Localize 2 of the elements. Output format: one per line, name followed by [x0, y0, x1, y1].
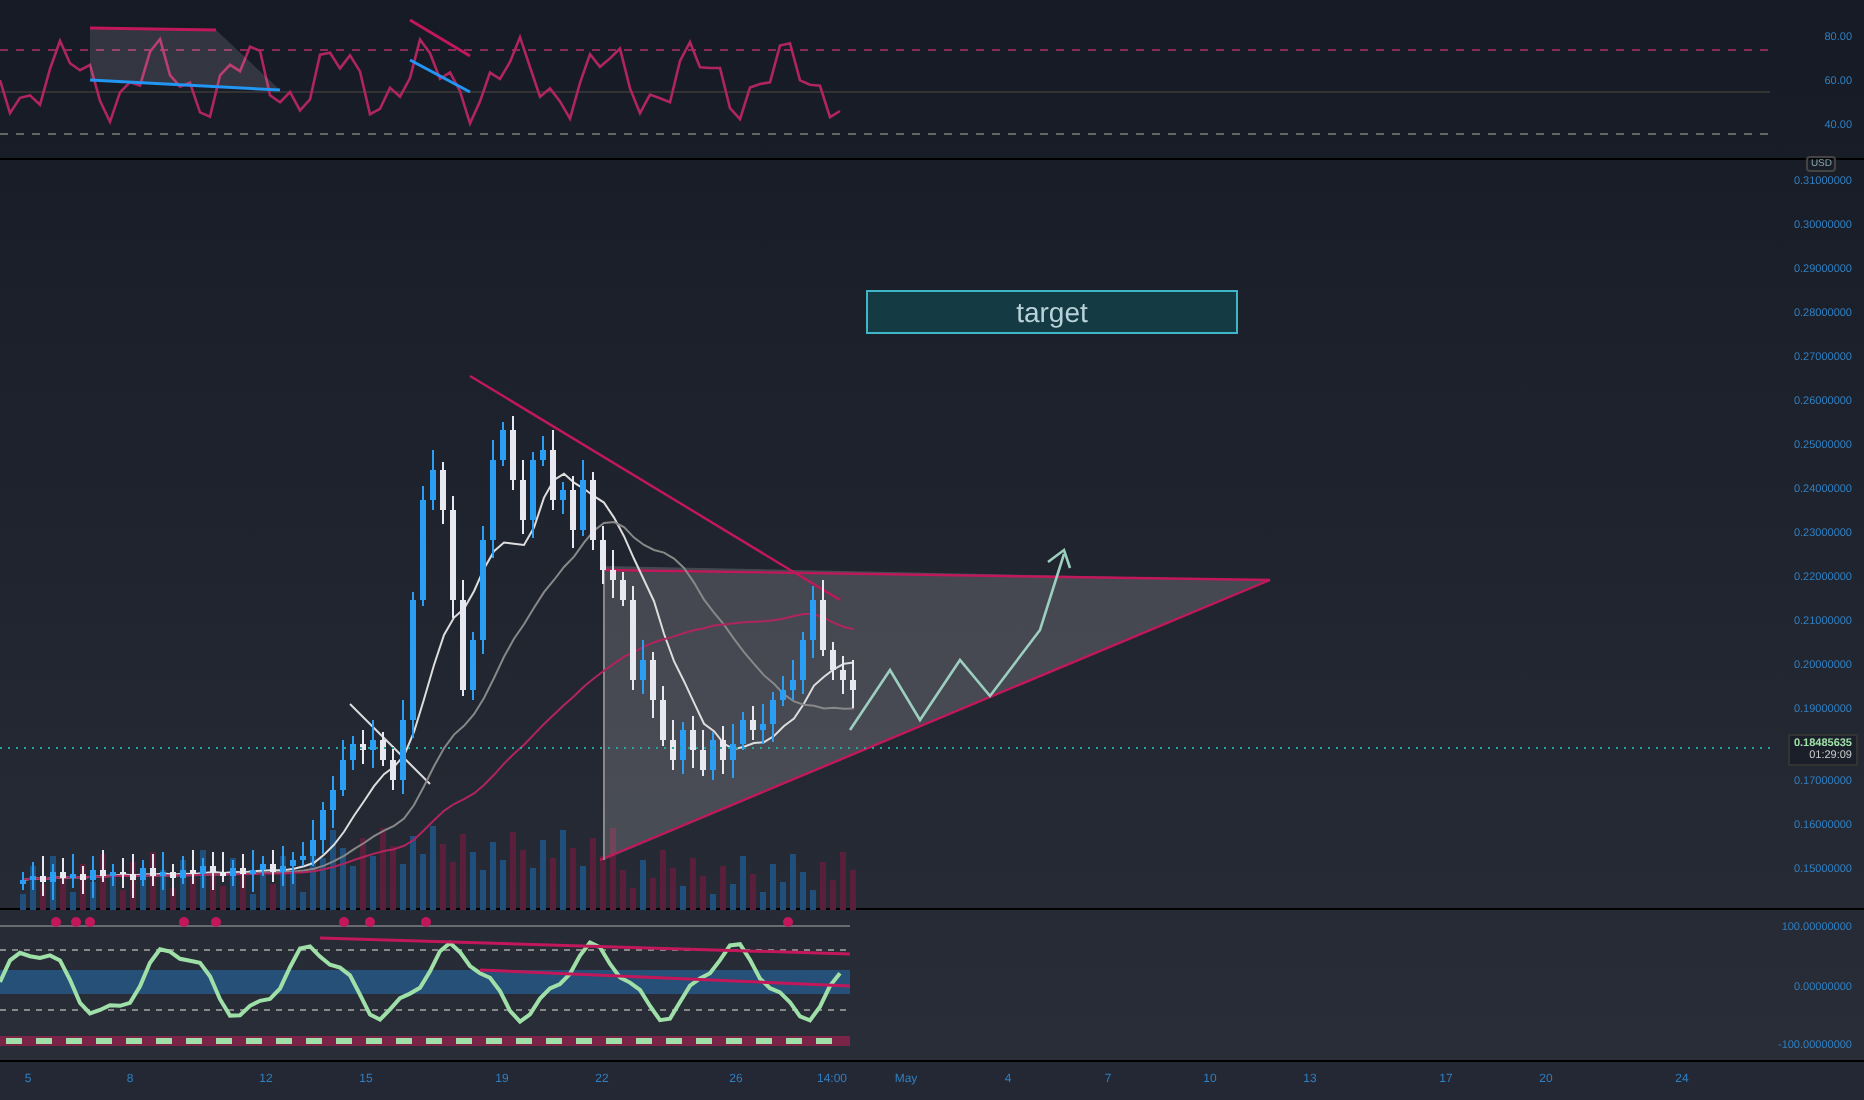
trend-line	[349, 703, 431, 785]
target-annotation: target	[866, 290, 1238, 334]
